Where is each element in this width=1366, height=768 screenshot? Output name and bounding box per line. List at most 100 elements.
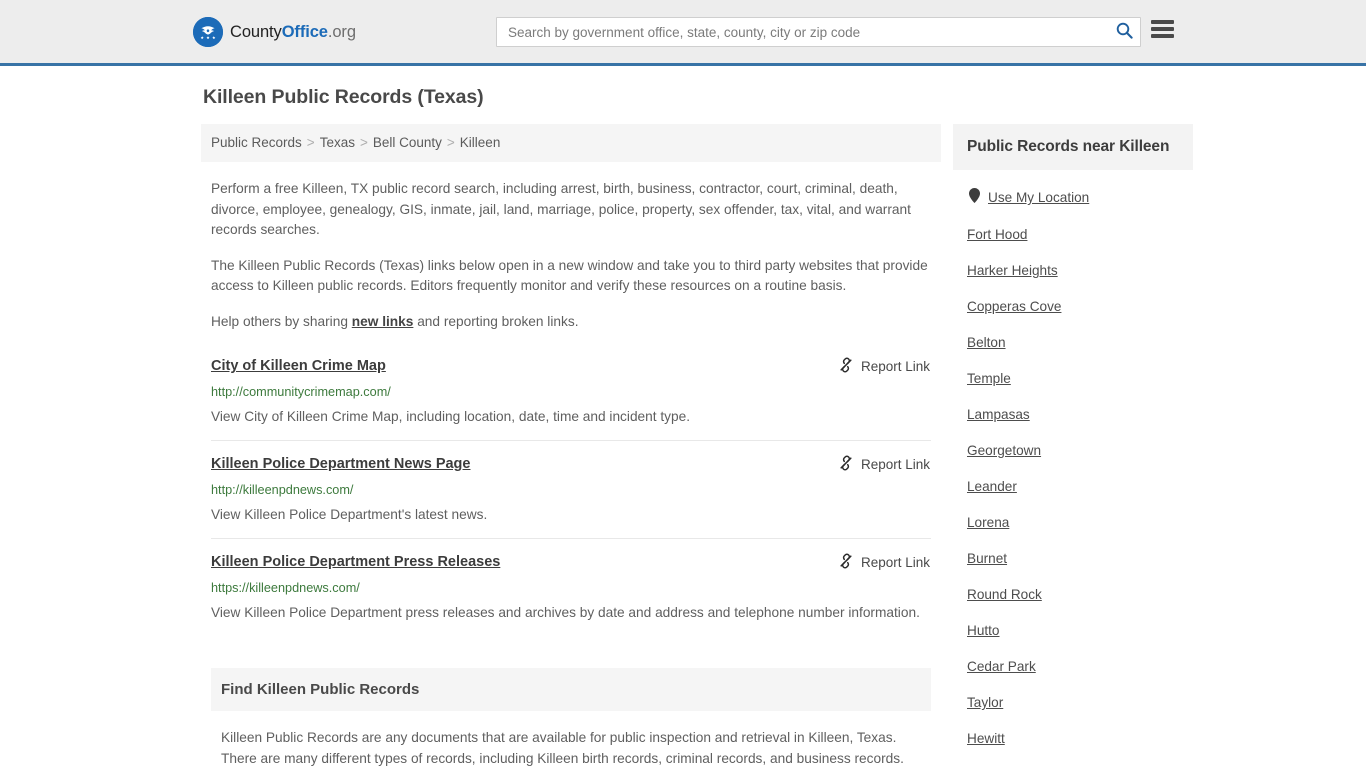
logo-text: CountyOffice.org bbox=[230, 23, 356, 42]
site-header: CountyOffice.org bbox=[0, 0, 1366, 66]
sidebar-item-label: Round Rock bbox=[967, 587, 1042, 602]
sidebar-item-label: Lampasas bbox=[967, 407, 1030, 422]
record-link-header: Killeen Police Department News Page Repo… bbox=[211, 454, 931, 474]
search-input[interactable] bbox=[496, 17, 1141, 47]
page-title: Killeen Public Records (Texas) bbox=[203, 86, 484, 108]
list-item: Hutto bbox=[953, 613, 1193, 649]
sidebar-item-lampasas[interactable]: Lampasas bbox=[953, 397, 1193, 433]
sidebar-item-round-rock[interactable]: Round Rock bbox=[953, 577, 1193, 613]
logo-text-county: County bbox=[230, 22, 282, 41]
sidebar-nearby-list: Use My Location Fort Hood Harker Heights… bbox=[953, 170, 1193, 768]
report-link-button[interactable]: Report Link bbox=[838, 553, 930, 572]
breadcrumb-separator: > bbox=[359, 135, 368, 150]
report-link-button[interactable]: Report Link bbox=[838, 357, 930, 376]
list-item: Use My Location bbox=[953, 179, 1193, 217]
sidebar-item-label: Taylor bbox=[967, 695, 1004, 710]
hamburger-bar bbox=[1151, 27, 1174, 31]
intro-text-before-link: Help others by sharing bbox=[211, 313, 352, 329]
intro-text-after-link: and reporting broken links. bbox=[413, 313, 579, 329]
report-link-label: Report Link bbox=[860, 457, 930, 472]
breadcrumb: Public Records > Texas > Bell County > Killeen bbox=[201, 124, 941, 162]
broken-link-icon bbox=[838, 357, 854, 376]
sidebar-item-hutto[interactable]: Hutto bbox=[953, 613, 1193, 649]
record-link-url[interactable]: http://communitycrimemap.com/ bbox=[211, 384, 931, 400]
sidebar-item-label: Use My Location bbox=[988, 190, 1090, 205]
sidebar-item-lorena[interactable]: Lorena bbox=[953, 505, 1193, 541]
sidebar-item-copperas-cove[interactable]: Copperas Cove bbox=[953, 289, 1193, 325]
record-link-description: View Killeen Police Department's latest … bbox=[211, 507, 488, 522]
record-link-url[interactable]: https://killeenpdnews.com/ bbox=[211, 580, 931, 596]
intro-paragraph-1: Perform a free Killeen, TX public record… bbox=[211, 181, 911, 237]
report-link-label: Report Link bbox=[860, 555, 930, 570]
site-logo[interactable]: CountyOffice.org bbox=[193, 17, 356, 47]
sidebar-item-cedar-park[interactable]: Cedar Park bbox=[953, 649, 1193, 685]
main-column: Public Records > Texas > Bell County > Killeen… bbox=[201, 124, 941, 768]
list-item: Burnet bbox=[953, 541, 1193, 577]
record-link-title[interactable]: Killeen Police Department Press Releases bbox=[211, 552, 500, 572]
list-item: Cedar Park bbox=[953, 649, 1193, 685]
sidebar-item-label: Hewitt bbox=[967, 731, 1005, 746]
eagle-seal-icon bbox=[193, 17, 223, 47]
logo-text-office: Office bbox=[281, 22, 328, 41]
list-item: Fort Hood bbox=[953, 217, 1193, 253]
breadcrumb-separator: > bbox=[446, 135, 455, 150]
breadcrumb-item-texas[interactable]: Texas bbox=[320, 135, 355, 150]
broken-link-icon bbox=[838, 455, 854, 474]
find-records-section: Find Killeen Public Records Killeen Publ… bbox=[201, 668, 941, 768]
sidebar-item-label: Cedar Park bbox=[967, 659, 1036, 674]
find-records-heading: Find Killeen Public Records bbox=[211, 668, 931, 711]
two-column-layout: Public Records > Texas > Bell County > Killeen… bbox=[193, 124, 1193, 768]
sidebar-item-fort-hood[interactable]: Fort Hood bbox=[953, 217, 1193, 253]
intro-text: Perform a free Killeen, TX public record… bbox=[201, 179, 941, 332]
sidebar-item-label: Copperas Cove bbox=[967, 299, 1062, 314]
breadcrumb-item-public-records[interactable]: Public Records bbox=[211, 135, 302, 150]
breadcrumb-item-bell-county[interactable]: Bell County bbox=[373, 135, 442, 150]
hamburger-bar bbox=[1151, 20, 1174, 24]
record-link-description: View City of Killeen Crime Map, includin… bbox=[211, 409, 691, 424]
new-links-link[interactable]: new links bbox=[352, 314, 414, 329]
sidebar-heading: Public Records near Killeen bbox=[953, 124, 1193, 170]
record-link-header: Killeen Police Department Press Releases bbox=[211, 552, 931, 572]
breadcrumb-item-killeen[interactable]: Killeen bbox=[460, 135, 501, 150]
record-link-entry: City of Killeen Crime Map Report Link ht… bbox=[211, 356, 931, 441]
logo-text-org: .org bbox=[327, 22, 356, 41]
breadcrumb-separator: > bbox=[306, 135, 315, 150]
list-item: Taylor bbox=[953, 685, 1193, 721]
record-link-title[interactable]: City of Killeen Crime Map bbox=[211, 356, 386, 376]
broken-link-icon bbox=[838, 553, 854, 572]
sidebar-item-label: Temple bbox=[967, 371, 1011, 386]
sidebar-item-pflugerville[interactable]: Pflugerville bbox=[953, 757, 1193, 768]
list-item: Georgetown bbox=[953, 433, 1193, 469]
sidebar-item-label: Lorena bbox=[967, 515, 1010, 530]
hamburger-bar bbox=[1151, 34, 1174, 38]
search-button[interactable] bbox=[1111, 20, 1137, 44]
sidebar-item-label: Belton bbox=[967, 335, 1006, 350]
report-link-label: Report Link bbox=[860, 359, 930, 374]
hamburger-menu-icon[interactable] bbox=[1151, 20, 1174, 38]
list-item: Copperas Cove bbox=[953, 289, 1193, 325]
record-link-title[interactable]: Killeen Police Department News Page bbox=[211, 454, 470, 474]
content-container: Killeen Public Records (Texas) Public Re… bbox=[193, 66, 1193, 768]
list-item: Temple bbox=[953, 361, 1193, 397]
list-item: Pflugerville bbox=[953, 757, 1193, 768]
list-item: Hewitt bbox=[953, 721, 1193, 757]
sidebar-item-belton[interactable]: Belton bbox=[953, 325, 1193, 361]
report-link-button[interactable]: Report Link bbox=[838, 455, 930, 474]
list-item: Round Rock bbox=[953, 577, 1193, 613]
sidebar-item-label: Hutto bbox=[967, 623, 1000, 638]
sidebar-item-label: Leander bbox=[967, 479, 1017, 494]
sidebar-item-hewitt[interactable]: Hewitt bbox=[953, 721, 1193, 757]
sidebar-item-burnet[interactable]: Burnet bbox=[953, 541, 1193, 577]
sidebar-item-harker-heights[interactable]: Harker Heights bbox=[953, 253, 1193, 289]
sidebar-item-label: Harker Heights bbox=[967, 263, 1058, 278]
find-records-body: Killeen Public Records are any documents… bbox=[221, 730, 904, 766]
sidebar-item-leander[interactable]: Leander bbox=[953, 469, 1193, 505]
sidebar-item-temple[interactable]: Temple bbox=[953, 361, 1193, 397]
sidebar-item-use-my-location[interactable]: Use My Location bbox=[953, 179, 1193, 217]
record-link-url[interactable]: http://killeenpdnews.com/ bbox=[211, 482, 931, 498]
sidebar-item-taylor[interactable]: Taylor bbox=[953, 685, 1193, 721]
sidebar-item-georgetown[interactable]: Georgetown bbox=[953, 433, 1193, 469]
records-link-list: City of Killeen Crime Map Report Link ht… bbox=[201, 356, 941, 636]
record-link-entry: Killeen Police Department News Page Repo… bbox=[211, 454, 931, 539]
list-item: Lorena bbox=[953, 505, 1193, 541]
